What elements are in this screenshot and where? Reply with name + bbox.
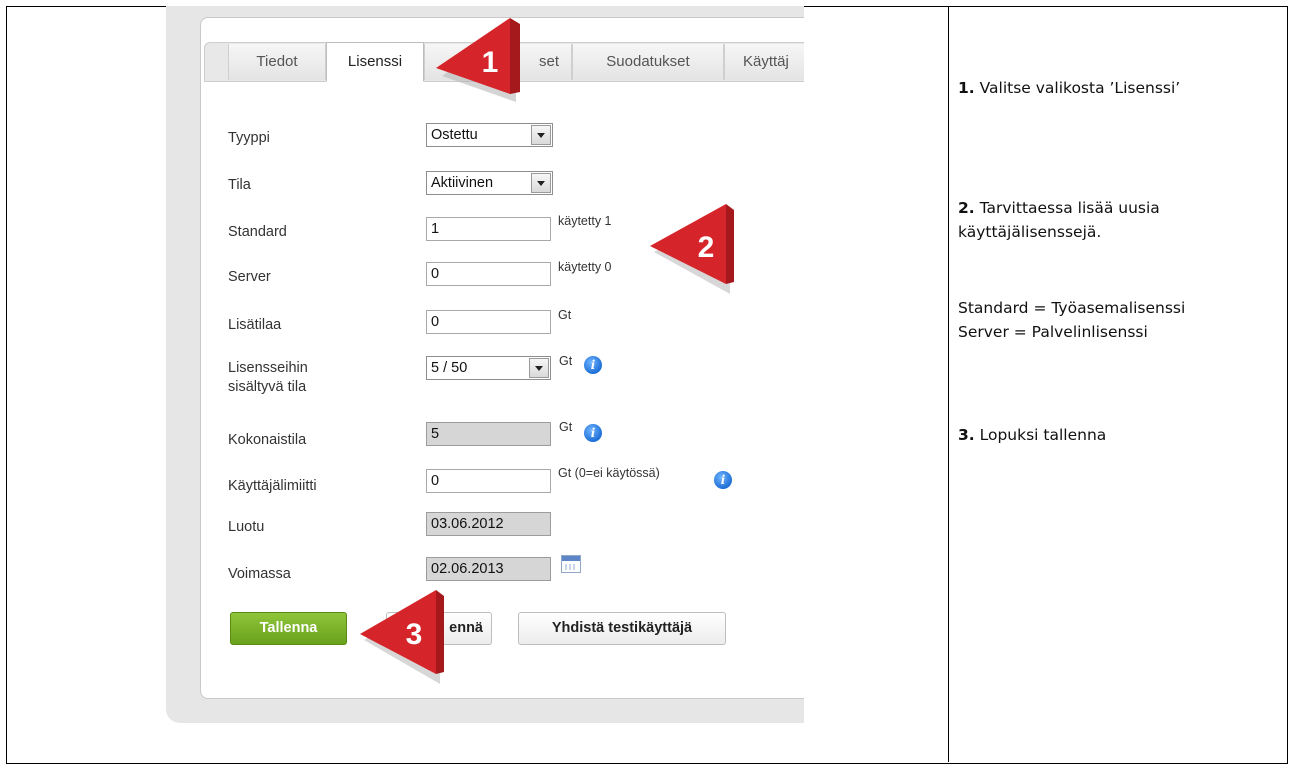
tab-suodatukset[interactable]: Suodatukset (572, 44, 724, 80)
tab-lisenssi[interactable]: Lisenssi (326, 42, 424, 82)
callout-2-number: 2 (698, 231, 715, 264)
tab-tiedot[interactable]: Tiedot (228, 44, 326, 80)
label-lisensseihin: Lisensseihin (228, 360, 308, 376)
label-standard: Standard (228, 224, 287, 240)
tila-select[interactable]: Aktiivinen (426, 171, 553, 195)
label-server: Server (228, 269, 271, 285)
connect-test-user-button[interactable]: Yhdistä testikäyttäjä (518, 612, 726, 645)
legend-server: Server = Palvelinlisenssi (958, 323, 1148, 341)
callout-3-number: 3 (406, 618, 423, 651)
chevron-down-icon[interactable] (531, 173, 551, 193)
server-input[interactable]: 0 (426, 262, 551, 286)
kayttajalimiitti-unit: Gt (0=ei käytössä) (558, 466, 660, 480)
table-column-divider (948, 6, 949, 762)
server-used-hint: käytetty 0 (558, 260, 612, 274)
luotu-field: 03.06.2012 (426, 512, 551, 536)
label-voimassa: Voimassa (228, 566, 291, 582)
lisatilaa-input[interactable]: 0 (426, 310, 551, 334)
step-1-text: Valitse valikosta ’Lisenssi’ (974, 79, 1181, 97)
tyyppi-value: Ostettu (431, 127, 478, 143)
step-2-text-line2: käyttäjälisenssejä. (958, 223, 1102, 241)
sisaltyva-unit: Gt (559, 354, 573, 368)
sisaltyva-tila-select[interactable]: 5 / 50 (426, 356, 551, 380)
instruction-step-2: 2. Tarvittaessa lisää uusia käyttäjälise… (958, 196, 1160, 244)
instruction-step-3: 3. Lopuksi tallenna (958, 423, 1106, 447)
calendar-icon[interactable] (561, 555, 581, 573)
label-lisatilaa: Lisätilaa (228, 317, 282, 333)
label-tila: Tila (228, 177, 251, 193)
tila-value: Aktiivinen (431, 175, 494, 191)
kokonaistila-field: 5 (426, 422, 551, 446)
sisaltyva-tila-value: 5 / 50 (431, 360, 468, 376)
standard-input[interactable]: 1 (426, 217, 551, 241)
callout-1: 1 (424, 14, 526, 102)
callout-1-number: 1 (482, 46, 499, 79)
app-screenshot: Tiedot Lisenssi set Suodatukset Käyttäj … (166, 6, 804, 723)
info-icon[interactable]: i (584, 356, 602, 374)
instruction-step-1: 1. Valitse valikosta ’Lisenssi’ (958, 76, 1180, 100)
label-sisaltyva-tila: sisältyvä tila (228, 379, 307, 395)
step-2-text-line1: Tarvittaessa lisää uusia (974, 199, 1160, 217)
callout-2: 2 (646, 202, 738, 294)
step-3-text: Lopuksi tallenna (974, 426, 1107, 444)
step-2-number: 2. (958, 199, 975, 217)
label-luotu: Luotu (228, 519, 265, 535)
label-kayttajalimiitti: Käyttäjälimiitti (228, 478, 317, 494)
label-tyyppi: Tyyppi (228, 130, 270, 146)
info-icon[interactable]: i (714, 471, 732, 489)
voimassa-field: 02.06.2013 (426, 557, 551, 581)
tab-kayttajat[interactable]: Käyttäj (724, 44, 804, 80)
step-3-number: 3. (958, 426, 975, 444)
kayttajalimiitti-input[interactable]: 0 (426, 469, 551, 493)
kokonaistila-unit: Gt (559, 420, 573, 434)
label-kokonaistila: Kokonaistila (228, 432, 307, 448)
legend-standard: Standard = Työasemalisenssi (958, 299, 1186, 317)
chevron-down-icon[interactable] (531, 125, 551, 145)
license-legend: Standard = Työasemalisenssi Server = Pal… (958, 296, 1185, 344)
callout-3: 3 (356, 584, 448, 684)
step-1-number: 1. (958, 79, 975, 97)
info-icon[interactable]: i (584, 424, 602, 442)
save-button[interactable]: Tallenna (230, 612, 347, 645)
chevron-down-icon[interactable] (529, 358, 549, 378)
standard-used-hint: käytetty 1 (558, 214, 612, 228)
lisatilaa-unit: Gt (558, 308, 572, 322)
tyyppi-select[interactable]: Ostettu (426, 123, 553, 147)
